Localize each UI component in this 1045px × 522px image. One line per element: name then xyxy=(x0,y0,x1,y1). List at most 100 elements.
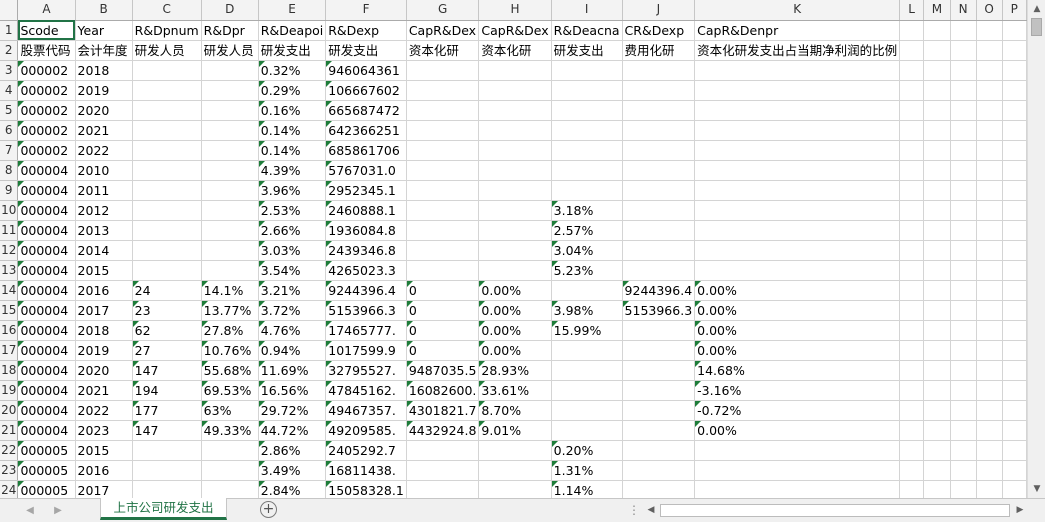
cell-h19[interactable]: 33.61% xyxy=(478,380,552,401)
cell-j17[interactable] xyxy=(622,340,696,361)
cell-g10[interactable] xyxy=(406,200,480,221)
cell-d19[interactable]: 69.53% xyxy=(201,380,259,401)
sheet-tab-active[interactable]: 上市公司研发支出 xyxy=(100,498,227,520)
cell-f20[interactable]: 49467357. xyxy=(325,400,407,421)
cell-f21[interactable]: 49209585. xyxy=(325,420,407,441)
cell-i19[interactable] xyxy=(551,380,623,401)
cell-l15[interactable] xyxy=(899,300,925,321)
cell-k17[interactable]: 0.00% xyxy=(694,340,901,361)
cell-l18[interactable] xyxy=(899,360,925,381)
cell-h20[interactable]: 8.70% xyxy=(478,400,552,421)
column-header-n[interactable]: N xyxy=(950,0,977,21)
cell-i20[interactable] xyxy=(551,400,623,421)
cell-o16[interactable] xyxy=(976,320,1003,341)
cell-c15[interactable]: 23 xyxy=(132,300,202,321)
cell-d1[interactable]: R&Dpr xyxy=(201,20,259,41)
cell-n17[interactable] xyxy=(950,340,977,361)
cell-f11[interactable]: 1936084.8 xyxy=(325,220,407,241)
cell-g7[interactable] xyxy=(406,140,480,161)
cell-a6[interactable]: 000002 xyxy=(17,120,76,141)
cell-k6[interactable] xyxy=(694,120,901,141)
spreadsheet-grid[interactable]: ABCDEFGHIJKLMNOP 1 Scode Year R&Dpnum R&Dpr R… xyxy=(0,0,1027,498)
cell-d9[interactable] xyxy=(201,180,259,201)
cell-p10[interactable] xyxy=(1002,200,1027,221)
cell-c23[interactable] xyxy=(132,460,202,481)
cell-o8[interactable] xyxy=(976,160,1003,181)
cell-n20[interactable] xyxy=(950,400,977,421)
cell-n24[interactable] xyxy=(950,480,977,498)
cell-b23[interactable]: 2016 xyxy=(75,460,133,481)
cell-b13[interactable]: 2015 xyxy=(75,260,133,281)
row-header[interactable]: 4 xyxy=(0,80,19,101)
cell-l13[interactable] xyxy=(899,260,925,281)
row-header[interactable]: 24 xyxy=(0,480,19,498)
cell-i6[interactable] xyxy=(551,120,623,141)
cell-m19[interactable] xyxy=(923,380,951,401)
column-header-k[interactable]: K xyxy=(694,0,901,21)
cell-b16[interactable]: 2018 xyxy=(75,320,133,341)
prev-sheet-icon[interactable]: ◀ xyxy=(22,503,38,519)
cell-h16[interactable]: 0.00% xyxy=(478,320,552,341)
row-header[interactable]: 12 xyxy=(0,240,19,261)
select-all-corner[interactable] xyxy=(0,0,19,21)
cell-m15[interactable] xyxy=(923,300,951,321)
cell-n3[interactable] xyxy=(950,60,977,81)
split-handle-icon[interactable]: ⋮ xyxy=(628,503,641,517)
cell-h15[interactable]: 0.00% xyxy=(478,300,552,321)
cell-b21[interactable]: 2023 xyxy=(75,420,133,441)
cell-l5[interactable] xyxy=(899,100,925,121)
cell-p18[interactable] xyxy=(1002,360,1027,381)
cell-e6[interactable]: 0.14% xyxy=(258,120,327,141)
cell-f16[interactable]: 17465777. xyxy=(325,320,407,341)
cell-i5[interactable] xyxy=(551,100,623,121)
cell-l12[interactable] xyxy=(899,240,925,261)
cell-b1[interactable]: Year xyxy=(75,20,133,41)
cell-p24[interactable] xyxy=(1002,480,1027,498)
cell-h6[interactable] xyxy=(478,120,552,141)
cell-j18[interactable] xyxy=(622,360,696,381)
cell-o3[interactable] xyxy=(976,60,1003,81)
cell-p14[interactable] xyxy=(1002,280,1027,301)
cell-f19[interactable]: 47845162. xyxy=(325,380,407,401)
cell-k14[interactable]: 0.00% xyxy=(694,280,901,301)
cell-l21[interactable] xyxy=(899,420,925,441)
cell-b14[interactable]: 2016 xyxy=(75,280,133,301)
cell-k15[interactable]: 0.00% xyxy=(694,300,901,321)
row-header[interactable]: 14 xyxy=(0,280,19,301)
cell-d22[interactable] xyxy=(201,440,259,461)
cell-k18[interactable]: 14.68% xyxy=(694,360,901,381)
cell-p3[interactable] xyxy=(1002,60,1027,81)
cell-p5[interactable] xyxy=(1002,100,1027,121)
cell-n4[interactable] xyxy=(950,80,977,101)
cell-i9[interactable] xyxy=(551,180,623,201)
cell-h5[interactable] xyxy=(478,100,552,121)
cell-m10[interactable] xyxy=(923,200,951,221)
cell-d6[interactable] xyxy=(201,120,259,141)
cell-m8[interactable] xyxy=(923,160,951,181)
cell-n9[interactable] xyxy=(950,180,977,201)
cell-h2[interactable]: 资本化研 xyxy=(478,40,552,61)
cell-o23[interactable] xyxy=(976,460,1003,481)
row-header[interactable]: 22 xyxy=(0,440,19,461)
cell-b22[interactable]: 2015 xyxy=(75,440,133,461)
cell-e21[interactable]: 44.72% xyxy=(258,420,327,441)
cell-g11[interactable] xyxy=(406,220,480,241)
cell-h21[interactable]: 9.01% xyxy=(478,420,552,441)
row-header[interactable]: 13 xyxy=(0,260,19,281)
cell-g1[interactable]: CapR&Dex xyxy=(406,20,480,41)
cell-b5[interactable]: 2020 xyxy=(75,100,133,121)
cell-c17[interactable]: 27 xyxy=(132,340,202,361)
cell-k16[interactable]: 0.00% xyxy=(694,320,901,341)
cell-g12[interactable] xyxy=(406,240,480,261)
cell-b18[interactable]: 2020 xyxy=(75,360,133,381)
cell-c14[interactable]: 24 xyxy=(132,280,202,301)
cell-c20[interactable]: 177 xyxy=(132,400,202,421)
cell-p21[interactable] xyxy=(1002,420,1027,441)
cell-f15[interactable]: 5153966.3 xyxy=(325,300,407,321)
cell-c9[interactable] xyxy=(132,180,202,201)
column-header-g[interactable]: G xyxy=(406,0,480,21)
cell-l7[interactable] xyxy=(899,140,925,161)
cell-n19[interactable] xyxy=(950,380,977,401)
cell-i15[interactable]: 3.98% xyxy=(551,300,623,321)
cell-k8[interactable] xyxy=(694,160,901,181)
